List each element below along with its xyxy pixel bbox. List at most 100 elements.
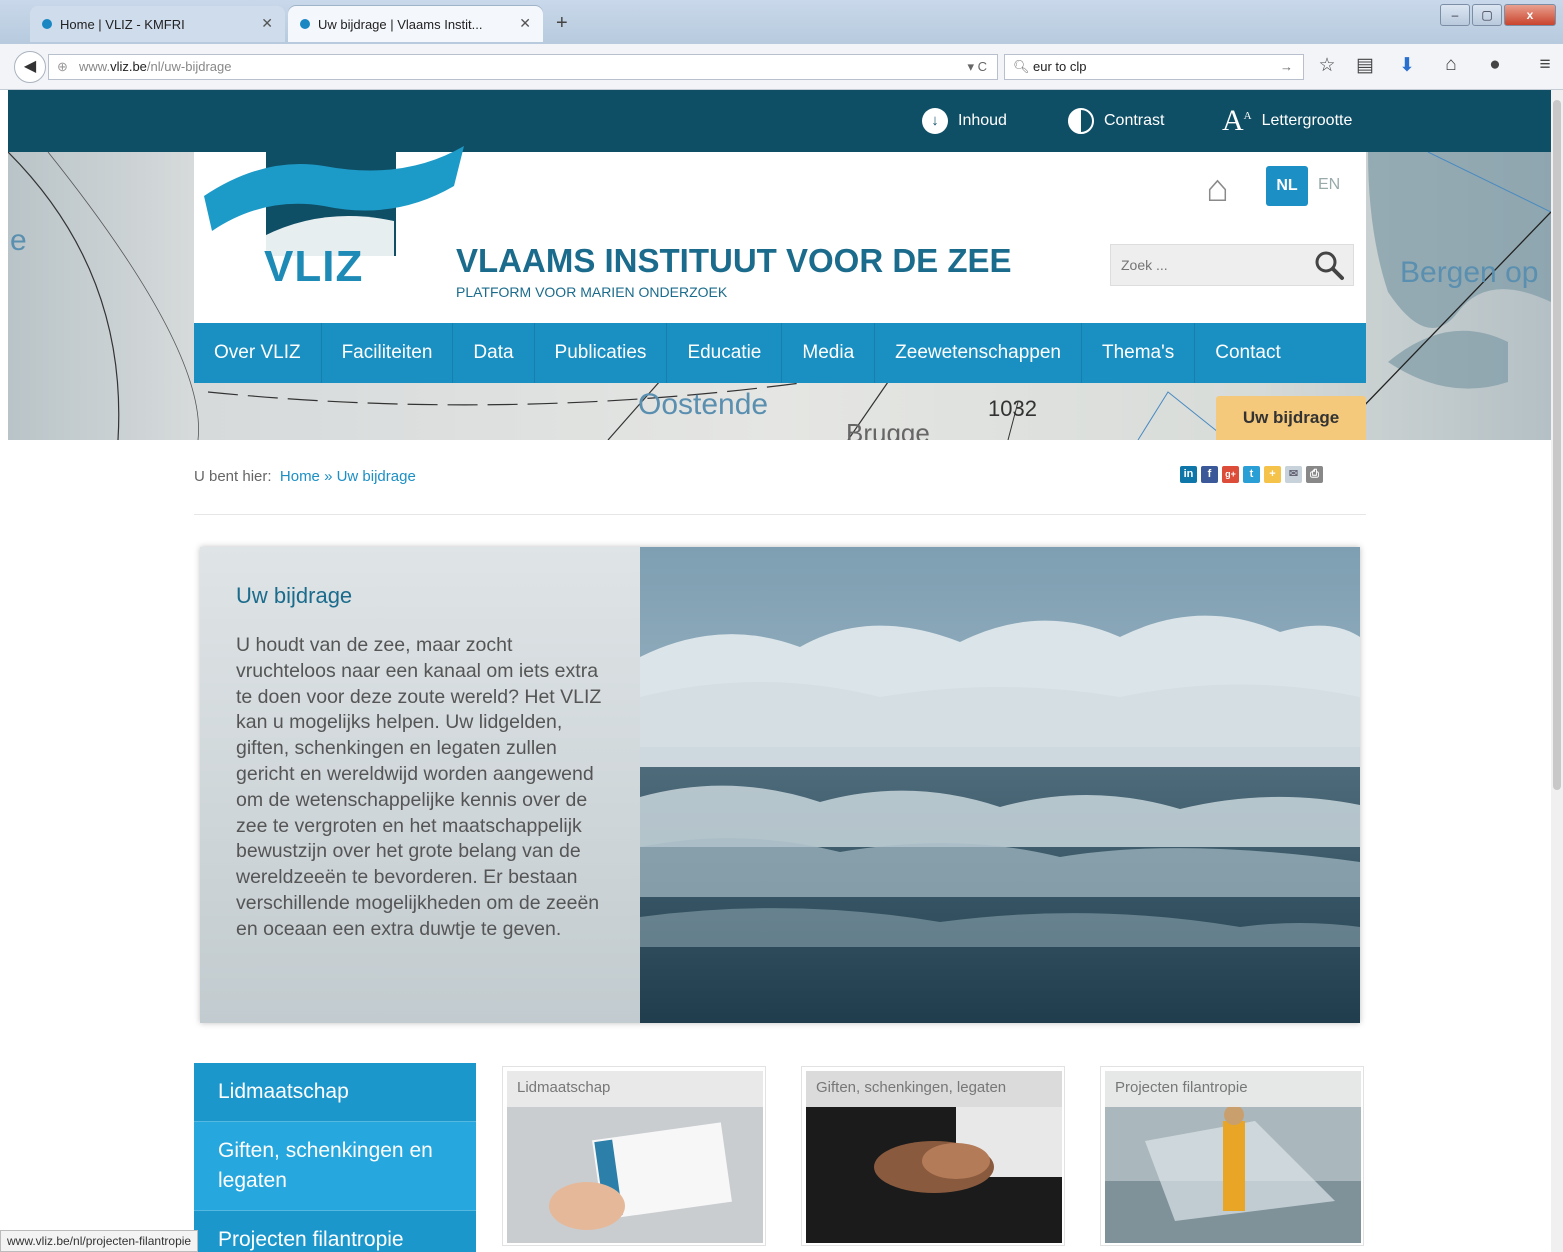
download-circle-icon: ↓ bbox=[922, 108, 948, 134]
url-domain: vliz.be bbox=[110, 59, 147, 74]
nav-over-vliz[interactable]: Over VLIZ bbox=[194, 323, 322, 383]
chat-icon[interactable]: ● bbox=[1482, 54, 1508, 76]
search-input[interactable] bbox=[1111, 245, 1311, 285]
language-en-link[interactable]: EN bbox=[1318, 176, 1340, 194]
side-item-projecten[interactable]: Projecten filantropie bbox=[194, 1211, 476, 1252]
side-item-lidmaatschap[interactable]: Lidmaatschap bbox=[194, 1063, 476, 1122]
breadcrumb-current: Uw bijdrage bbox=[336, 468, 416, 485]
nav-data[interactable]: Data bbox=[453, 323, 535, 383]
menu-icon[interactable]: ≡ bbox=[1532, 54, 1558, 76]
intro-text-panel: Uw bijdrage U houdt van de zee, maar zoc… bbox=[200, 547, 640, 1023]
magnifier-icon: 🔍︎ bbox=[1013, 59, 1030, 74]
browser-window: Home | VLIZ - KMFRI ✕ Uw bijdrage | Vlaa… bbox=[0, 0, 1563, 1252]
nav-faciliteiten[interactable]: Faciliteiten bbox=[322, 323, 454, 383]
nav-publicaties[interactable]: Publicaties bbox=[535, 323, 668, 383]
intro-body: U houdt van de zee, maar zocht vruchtelo… bbox=[236, 634, 602, 940]
side-item-giften[interactable]: Giften, schenkingen en legaten bbox=[194, 1122, 476, 1211]
tab-bar: Home | VLIZ - KMFRI ✕ Uw bijdrage | Vlaa… bbox=[0, 0, 1563, 44]
web-page: ↓ Inhoud Contrast AA Lettergrootte e Oos… bbox=[8, 90, 1551, 1252]
linkedin-icon[interactable]: in bbox=[1180, 466, 1197, 483]
new-tab-button[interactable]: + bbox=[556, 12, 568, 35]
tab-uw-bijdrage[interactable]: Uw bijdrage | Vlaams Instit... ✕ bbox=[288, 6, 543, 42]
inhoud-label: Inhoud bbox=[958, 112, 1007, 129]
map-label-oostende: Oostende bbox=[638, 388, 769, 421]
divider bbox=[194, 514, 1366, 515]
site-title: VLAAMS INSTITUUT VOOR DE ZEE bbox=[456, 242, 1012, 279]
print-icon[interactable]: ⎙ bbox=[1306, 466, 1323, 483]
nav-themas[interactable]: Thema's bbox=[1082, 323, 1196, 383]
contrast-link[interactable]: Contrast bbox=[1068, 104, 1164, 138]
share-icons: in f g+ t + ✉ ⎙ bbox=[1180, 466, 1323, 483]
nav-contact[interactable]: Contact bbox=[1195, 323, 1300, 383]
tab-home-vliz[interactable]: Home | VLIZ - KMFRI ✕ bbox=[30, 6, 285, 42]
minimize-button[interactable]: – bbox=[1440, 4, 1470, 26]
favicon-icon bbox=[300, 19, 310, 29]
download-icon[interactable]: ⬇ bbox=[1394, 54, 1420, 77]
home-icon[interactable]: ⌂ bbox=[1438, 54, 1464, 76]
url-prefix: www. bbox=[79, 59, 111, 74]
font-size-link[interactable]: AA Lettergrootte bbox=[1222, 104, 1352, 138]
tab-title: Home | VLIZ - KMFRI bbox=[60, 16, 185, 32]
nav-media[interactable]: Media bbox=[782, 323, 876, 383]
bookmark-star-icon[interactable]: ☆ bbox=[1314, 54, 1340, 77]
facebook-icon[interactable]: f bbox=[1201, 466, 1218, 483]
intro-banner: Uw bijdrage U houdt van de zee, maar zoc… bbox=[200, 547, 1360, 1023]
card-projecten[interactable]: Projecten filantropie bbox=[1100, 1066, 1364, 1246]
search-text: eur to clp bbox=[1033, 59, 1087, 74]
favicon-icon bbox=[42, 19, 52, 29]
main-navigation: Over VLIZ Faciliteiten Data Publicaties … bbox=[194, 323, 1366, 383]
twitter-icon[interactable]: t bbox=[1243, 466, 1260, 483]
tab-close-icon[interactable]: ✕ bbox=[519, 15, 531, 32]
tab-close-icon[interactable]: ✕ bbox=[261, 15, 273, 32]
map-label-route: 1032 bbox=[988, 396, 1037, 421]
logo-text: VLIZ bbox=[264, 242, 364, 291]
contrast-label: Contrast bbox=[1104, 112, 1165, 129]
status-bar: www.vliz.be/nl/projecten-filantropie bbox=[0, 1230, 199, 1252]
intro-title: Uw bijdrage bbox=[236, 583, 353, 608]
reload-icon[interactable]: ▾ C bbox=[967, 55, 987, 79]
email-icon[interactable]: ✉ bbox=[1285, 466, 1302, 483]
map-label-partial: e bbox=[10, 224, 27, 257]
url-path: /nl/uw-bijdrage bbox=[146, 59, 232, 74]
card-title: Projecten filantropie bbox=[1105, 1071, 1361, 1107]
close-window-button[interactable]: x bbox=[1504, 4, 1556, 26]
site-search bbox=[1110, 244, 1354, 286]
browser-search-bar[interactable]: 🔍︎ eur to clp → bbox=[1004, 54, 1304, 80]
breadcrumb-home-link[interactable]: Home bbox=[280, 468, 320, 485]
map-label-bergen: Bergen op bbox=[1400, 256, 1539, 289]
sea-waves-image bbox=[640, 547, 1360, 1023]
scrollbar-thumb[interactable] bbox=[1553, 100, 1561, 790]
tab-title: Uw bijdrage | Vlaams Instit... bbox=[318, 16, 483, 32]
breadcrumb-prefix: U bent hier: bbox=[194, 468, 272, 485]
nav-zeewetenschappen[interactable]: Zeewetenschappen bbox=[875, 323, 1082, 383]
contrast-icon bbox=[1068, 108, 1094, 134]
inhoud-link[interactable]: ↓ Inhoud bbox=[922, 104, 1007, 138]
browser-toolbar: ◀ ⊕ www.vliz.be/nl/uw-bijdrage ▾ C 🔍︎ eu… bbox=[0, 44, 1563, 90]
back-button[interactable]: ◀ bbox=[14, 51, 46, 83]
google-plus-icon[interactable]: g+ bbox=[1222, 466, 1239, 483]
site-header: VLIZ VLAAMS INSTITUUT VOOR DE ZEE PLATFO… bbox=[194, 126, 1366, 323]
nav-educatie[interactable]: Educatie bbox=[667, 323, 783, 383]
page-scrollbar[interactable] bbox=[1551, 90, 1563, 1252]
search-go-icon[interactable]: → bbox=[1280, 55, 1293, 79]
side-menu: Lidmaatschap Giften, schenkingen en lega… bbox=[194, 1063, 476, 1252]
bookmarks-list-icon[interactable]: ▤ bbox=[1352, 54, 1378, 77]
maximize-button[interactable]: ▢ bbox=[1472, 4, 1502, 26]
back-arrow-icon: ◀ bbox=[23, 58, 37, 75]
map-label-brugge: Brugge bbox=[846, 418, 930, 440]
card-giften[interactable]: Giften, schenkingen, legaten bbox=[801, 1066, 1065, 1246]
breadcrumb-separator: » bbox=[324, 468, 333, 485]
card-lidmaatschap[interactable]: Lidmaatschap bbox=[502, 1066, 766, 1246]
lettergrootte-label: Lettergrootte bbox=[1261, 112, 1353, 129]
site-subtitle: PLATFORM VOOR MARIEN ONDERZOEK bbox=[456, 284, 728, 300]
breadcrumb: U bent hier: Home » Uw bijdrage bbox=[194, 468, 416, 485]
uw-bijdrage-tab[interactable]: Uw bijdrage bbox=[1216, 396, 1366, 440]
card-title: Lidmaatschap bbox=[507, 1071, 763, 1107]
share-plus-icon[interactable]: + bbox=[1264, 466, 1281, 483]
font-size-icon: AA bbox=[1222, 104, 1252, 137]
home-icon[interactable]: ⌂ bbox=[1206, 168, 1229, 211]
card-title: Giften, schenkingen, legaten bbox=[806, 1071, 1062, 1107]
language-nl-button[interactable]: NL bbox=[1266, 166, 1308, 206]
search-icon[interactable] bbox=[1313, 249, 1345, 281]
address-bar[interactable]: ⊕ www.vliz.be/nl/uw-bijdrage ▾ C bbox=[48, 54, 998, 80]
